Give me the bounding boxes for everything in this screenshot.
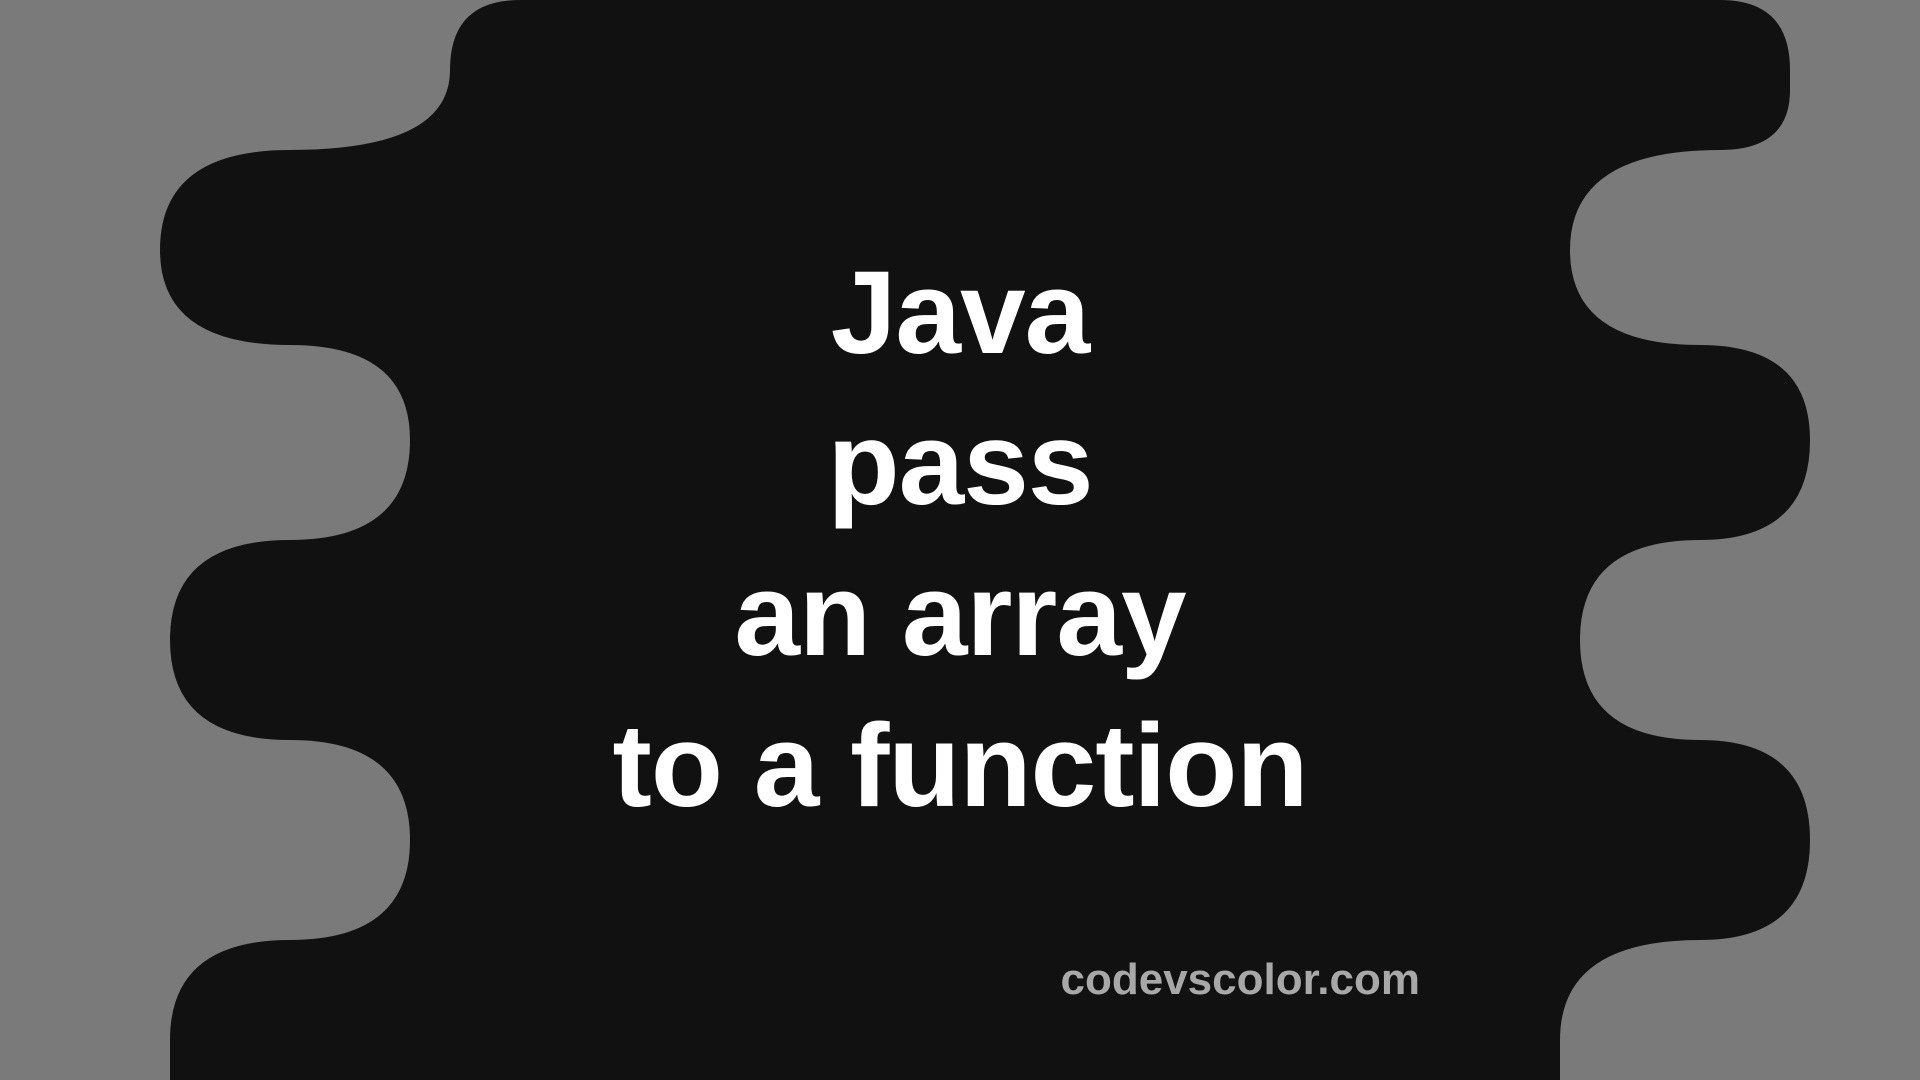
title-line-4: to a function bbox=[613, 691, 1308, 842]
title-text: Java pass an array to a function bbox=[613, 238, 1308, 842]
title-line-1: Java bbox=[613, 238, 1308, 389]
title-line-2: pass bbox=[613, 389, 1308, 540]
title-content: Java pass an array to a function bbox=[0, 0, 1920, 1080]
site-name: codevscolor.com bbox=[1061, 955, 1420, 1005]
title-line-3: an array bbox=[613, 540, 1308, 691]
banner-container: Java pass an array to a function codevsc… bbox=[0, 0, 1920, 1080]
